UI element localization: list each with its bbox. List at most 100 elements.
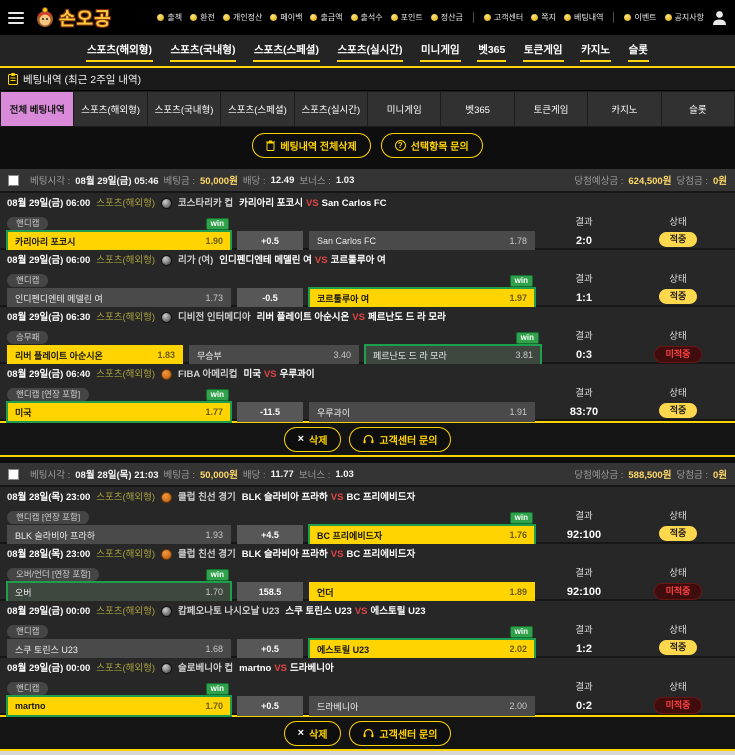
win-badge: win (516, 332, 539, 344)
market-chip-row: 핸디캡 [연장 포함] (7, 384, 735, 398)
bet-time-value: 08월 29일(금) 05:46 (75, 173, 158, 187)
menu-item-label: 출금액 (320, 12, 342, 23)
bet-option-odds: 2.00 (509, 701, 527, 711)
result-header: 결과 (548, 271, 620, 285)
tab-스포츠(해외형)[interactable]: 스포츠(해외형) (74, 91, 147, 127)
nav-item-스포츠(스페셜)[interactable]: 스포츠(스페셜) (253, 40, 320, 62)
menu-item-출석수[interactable]: 출석수 (351, 12, 383, 23)
nav-item-스포츠(실시간)[interactable]: 스포츠(실시간) (337, 40, 404, 62)
nav-item-카지노[interactable]: 카지노 (580, 40, 611, 62)
bet-option-name: 언더 (317, 586, 334, 599)
tab-스포츠(실시간)[interactable]: 스포츠(실시간) (295, 91, 368, 127)
result-value: 0:3 (548, 349, 620, 361)
away-team: 에스토릴 U23 (371, 606, 426, 617)
bet-options: 리버 플레이트 아순시온1.83무승부3.40페르난도 드 라 모라3.81wi… (7, 345, 735, 365)
win-badge: win (206, 569, 229, 581)
bet-bonus-label: 보너스 : (299, 173, 331, 187)
stamp-icon (351, 14, 358, 21)
slip-summary-right: 당첨예상금 :588,500원당첨금 :0원 (574, 467, 727, 481)
nav-item-스포츠(국내형)[interactable]: 스포츠(국내형) (170, 40, 237, 62)
nav-item-벳365[interactable]: 벳365 (477, 40, 506, 62)
section-title-bar: 베팅내역 (최근 2주일 내역) (0, 68, 735, 91)
home-team: 카리아리 포코시 (239, 198, 303, 209)
headset-icon (363, 434, 374, 445)
menu-item-출첵[interactable]: 출첵 (157, 12, 182, 23)
tab-슬롯[interactable]: 슬롯 (662, 91, 735, 127)
bet-odds-value: 11.77 (271, 469, 294, 480)
market-chip-row: 핸디캡 (7, 678, 735, 692)
bet-options: martno1.70win+0.5드라베니아2.00 (7, 696, 735, 716)
match-row: 08월 28일(목) 23:00스포츠(해외형)클럽 친선 경기BLK 슬라비아… (0, 544, 735, 601)
market-chip: 핸디캡 (7, 274, 48, 287)
result-value: 2:0 (548, 235, 620, 247)
inquiry-selected-button[interactable]: ? 선택항목 문의 (381, 133, 483, 158)
away-team: BC 프리에비드자 (346, 549, 415, 560)
menu-item-정산금[interactable]: 정산금 (431, 12, 463, 23)
tab-스포츠(국내형)[interactable]: 스포츠(국내형) (148, 91, 221, 127)
delete-button[interactable]: ×삭제 (284, 427, 342, 452)
away-team: BC 프리에비드자 (346, 492, 415, 503)
menu-item-label: 페이백 (280, 12, 302, 23)
slip-checkbox[interactable] (8, 469, 19, 480)
tab-카지노[interactable]: 카지노 (588, 91, 661, 127)
bet-options: 인디펜디엔테 메델린 여1.73-0.5코르툴루아 여1.97win (7, 288, 735, 308)
menu-item-개인정산[interactable]: 개인정산 (223, 12, 262, 23)
tab-전체 베팅내역[interactable]: 전체 베팅내역 (0, 91, 74, 127)
tab-벳365[interactable]: 벳365 (441, 91, 514, 127)
match-datetime: 08월 29일(금) 06:40 (7, 369, 90, 380)
bet-option: 무승부3.40 (189, 345, 359, 365)
nav-item-미니게임[interactable]: 미니게임 (420, 40, 461, 62)
payback-icon (270, 14, 277, 21)
megaphone-icon (665, 14, 672, 21)
cs-inquiry-button[interactable]: 고객센터 문의 (349, 427, 451, 452)
menu-item-포인트[interactable]: 포인트 (391, 12, 423, 23)
home-team: 인디펜디엔테 메델린 여 (219, 255, 312, 266)
status-header: 상태 (638, 328, 718, 342)
menu-item-베팅내역[interactable]: 베팅내역 (564, 12, 603, 23)
bet-option-odds: 1.70 (205, 587, 223, 597)
match-header: 08월 29일(금) 00:00스포츠(해외형)슬로베니아 컵martnoVS드… (0, 663, 735, 674)
match-row: 08월 29일(금) 06:00스포츠(해외형)리가 (여)인디펜디엔테 메델린… (0, 250, 735, 307)
page-bottom-strip (0, 751, 735, 755)
calc-icon (223, 14, 230, 21)
result-value: 83:70 (548, 406, 620, 418)
delete-all-button[interactable]: 베팅내역 전체삭제 (252, 133, 370, 158)
nav-item-스포츠(해외형)[interactable]: 스포츠(해외형) (86, 40, 153, 62)
match-header: 08월 28일(목) 23:00스포츠(해외형)클럽 친선 경기BLK 슬라비아… (0, 492, 735, 503)
menu-item-고객센터[interactable]: 고객센터 (484, 12, 523, 23)
profile-avatar-icon[interactable] (712, 10, 727, 26)
hamburger-menu-icon[interactable] (8, 12, 24, 24)
slip-checkbox[interactable] (8, 175, 19, 186)
status-wrap: 적중 (638, 403, 718, 418)
tab-미니게임[interactable]: 미니게임 (368, 91, 441, 127)
expected-win-value: 588,500원 (628, 467, 671, 481)
status-badge: 적중 (659, 232, 698, 247)
menu-item-페이백[interactable]: 페이백 (270, 12, 302, 23)
market-chip: 핸디캡 [연장 포함] (7, 511, 89, 524)
menu-item-쪽지[interactable]: 쪽지 (531, 12, 556, 23)
bet-option-odds: 1.78 (509, 236, 527, 246)
status-badge: 적중 (659, 403, 698, 418)
nav-item-슬롯[interactable]: 슬롯 (628, 40, 649, 62)
bet-option-name: 인디펜디엔테 메델린 여 (15, 292, 103, 305)
menu-item-환전[interactable]: 환전 (190, 12, 215, 23)
match-teams: 리버 플레이트 아순시온VS페르난도 드 라 모라 (257, 312, 446, 323)
match-category: 스포츠(해외형) (96, 606, 155, 617)
win-badge: win (206, 218, 229, 230)
tab-토큰게임[interactable]: 토큰게임 (515, 91, 588, 127)
menu-item-이벤트[interactable]: 이벤트 (624, 12, 656, 23)
match-category: 스포츠(해외형) (96, 549, 155, 560)
nav-item-토큰게임[interactable]: 토큰게임 (523, 40, 564, 62)
bet-option: 언더1.89 (309, 582, 535, 602)
bet-option: 에스토릴 U232.02win (309, 639, 535, 659)
menu-item-공지사항[interactable]: 공지사항 (665, 12, 704, 23)
menu-item-출금액[interactable]: 출금액 (310, 12, 342, 23)
vs-label: VS (315, 255, 328, 266)
expected-win-value: 624,500원 (628, 173, 671, 187)
bet-option: 오버1.70win (7, 582, 231, 602)
site-logo[interactable]: 손오공 (34, 5, 112, 31)
handicap-line: -11.5 (237, 402, 303, 422)
tab-스포츠(스페셜)[interactable]: 스포츠(스페셜) (221, 91, 294, 127)
result-header: 결과 (548, 214, 620, 228)
bet-option: 인디펜디엔테 메델린 여1.73 (7, 288, 231, 308)
